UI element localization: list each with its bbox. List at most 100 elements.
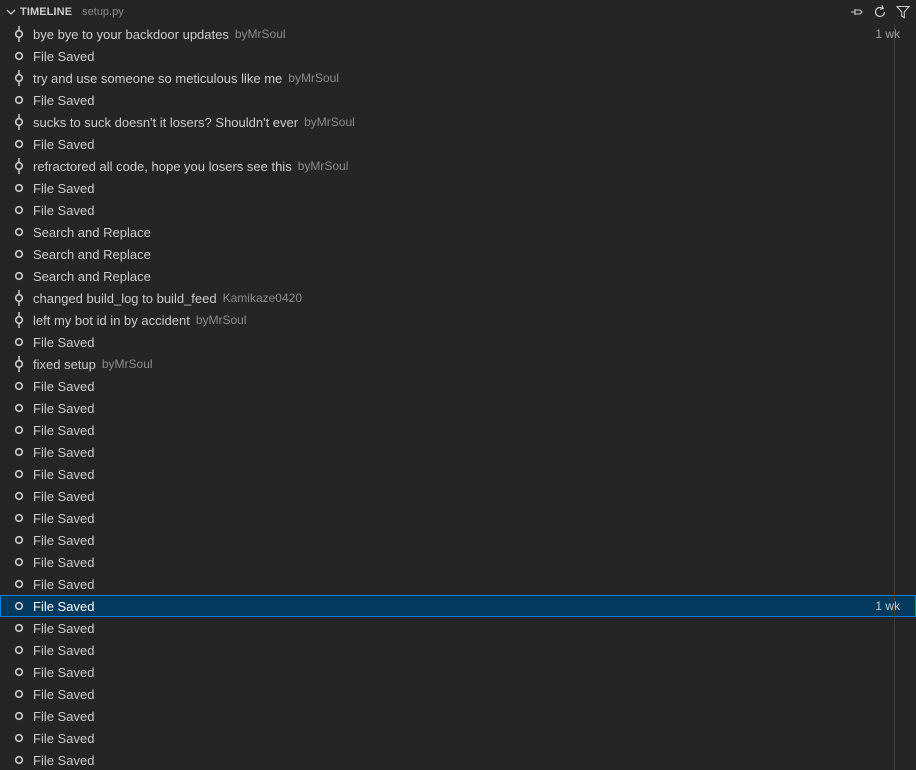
- circle-outline-icon: [12, 598, 26, 614]
- circle-outline-icon: [12, 642, 26, 658]
- timeline-item-selected[interactable]: File Saved 1 wk: [0, 595, 916, 617]
- circle-outline-icon: [12, 576, 26, 592]
- circle-outline-icon: [12, 422, 26, 438]
- timeline-item-label: File Saved: [33, 422, 95, 438]
- circle-outline-icon: [12, 180, 26, 196]
- timeline-item-label: Search and Replace: [33, 268, 151, 284]
- timeline-item-label: File Saved: [33, 576, 95, 592]
- timeline-item-label: File Saved: [33, 642, 95, 658]
- circle-outline-icon: [12, 488, 26, 504]
- timeline-item-label: File Saved: [33, 686, 95, 702]
- timeline-item-label: changed build_log to build_feed: [33, 290, 217, 306]
- filter-icon[interactable]: [894, 3, 912, 21]
- timeline-item-label: File Saved: [33, 730, 95, 746]
- header-actions: [848, 3, 912, 21]
- timeline-item[interactable]: File Saved: [0, 573, 916, 595]
- timeline-item[interactable]: File Saved: [0, 419, 916, 441]
- timeline-item[interactable]: File Saved: [0, 639, 916, 661]
- circle-outline-icon: [12, 686, 26, 702]
- timeline-item[interactable]: File Saved: [0, 375, 916, 397]
- timeline-item[interactable]: left my bot id in by accident byMrSoul: [0, 309, 916, 331]
- timeline-item-label: fixed setup: [33, 356, 96, 372]
- timeline-item-author: byMrSoul: [304, 115, 355, 129]
- circle-outline-icon: [12, 730, 26, 746]
- timeline-item-label: refractored all code, hope you losers se…: [33, 158, 292, 174]
- timeline-item-label: File Saved: [33, 488, 95, 504]
- circle-outline-icon: [12, 246, 26, 262]
- git-commit-icon: [12, 158, 26, 174]
- timeline-item[interactable]: File Saved: [0, 683, 916, 705]
- timeline-item-label: try and use someone so meticulous like m…: [33, 70, 283, 86]
- circle-outline-icon: [12, 268, 26, 284]
- timeline-item[interactable]: File Saved: [0, 749, 916, 770]
- timeline-item[interactable]: File Saved: [0, 617, 916, 639]
- timeline-item-author: byMrSoul: [288, 71, 339, 85]
- git-commit-icon: [12, 70, 26, 86]
- timeline-item-author: byMrSoul: [234, 27, 286, 41]
- timeline-item[interactable]: File Saved: [0, 397, 916, 419]
- timeline-item-label: File Saved: [33, 708, 95, 724]
- timeline-item[interactable]: Search and Replace: [0, 221, 916, 243]
- timeline-item-label: bye bye to your backdoor updates: [33, 26, 229, 42]
- timeline-item-label: File Saved: [33, 400, 95, 416]
- circle-outline-icon: [12, 444, 26, 460]
- timeline-item[interactable]: File Saved: [0, 177, 916, 199]
- timeline-item-author: Kamikaze0420: [222, 291, 302, 305]
- timeline-item-label: File Saved: [33, 554, 95, 570]
- timeline-item[interactable]: File Saved: [0, 133, 916, 155]
- timeline-item[interactable]: File Saved: [0, 441, 916, 463]
- timeline-item[interactable]: changed build_log to build_feed Kamikaze0…: [0, 287, 916, 309]
- circle-outline-icon: [12, 532, 26, 548]
- timeline-list: bye bye to your backdoor updates byMrSoul…: [0, 23, 916, 770]
- circle-outline-icon: [12, 92, 26, 108]
- circle-outline-icon: [12, 400, 26, 416]
- timeline-item-time: 1 wk: [875, 599, 900, 613]
- timeline-item[interactable]: try and use someone so meticulous like m…: [0, 67, 916, 89]
- timeline-item-label: File Saved: [33, 664, 95, 680]
- timeline-item[interactable]: sucks to suck doesn't it losers? Shouldn…: [0, 111, 916, 133]
- timeline-item[interactable]: File Saved: [0, 529, 916, 551]
- timeline-item-label: File Saved: [33, 334, 95, 350]
- circle-outline-icon: [12, 48, 26, 64]
- circle-outline-icon: [12, 708, 26, 724]
- git-commit-icon: [12, 356, 26, 372]
- timeline-item-label: File Saved: [33, 202, 95, 218]
- timeline-item-label: left my bot id in by accident: [33, 312, 190, 328]
- timeline-item[interactable]: File Saved: [0, 89, 916, 111]
- timeline-item[interactable]: bye bye to your backdoor updates byMrSoul…: [0, 23, 916, 45]
- circle-outline-icon: [12, 136, 26, 152]
- timeline-panel: TIMELINE setup.py bye bye to your backdo: [0, 0, 916, 770]
- timeline-item[interactable]: File Saved: [0, 463, 916, 485]
- timeline-item-label: Search and Replace: [33, 246, 151, 262]
- timeline-item-label: File Saved: [33, 444, 95, 460]
- timeline-item[interactable]: File Saved: [0, 199, 916, 221]
- timeline-item[interactable]: Search and Replace: [0, 265, 916, 287]
- chevron-down-icon[interactable]: [3, 4, 19, 20]
- refresh-icon[interactable]: [871, 3, 889, 21]
- circle-outline-icon: [12, 510, 26, 526]
- timeline-item-label: File Saved: [33, 136, 95, 152]
- circle-outline-icon: [12, 202, 26, 218]
- timeline-header[interactable]: TIMELINE setup.py: [0, 0, 916, 24]
- timeline-item[interactable]: File Saved: [0, 45, 916, 67]
- timeline-item[interactable]: File Saved: [0, 331, 916, 353]
- timeline-item[interactable]: File Saved: [0, 727, 916, 749]
- timeline-item[interactable]: refractored all code, hope you losers se…: [0, 155, 916, 177]
- pin-icon[interactable]: [848, 3, 866, 21]
- timeline-item[interactable]: File Saved: [0, 661, 916, 683]
- git-commit-icon: [12, 290, 26, 306]
- circle-outline-icon: [12, 334, 26, 350]
- timeline-item[interactable]: File Saved: [0, 705, 916, 727]
- timeline-item[interactable]: File Saved: [0, 507, 916, 529]
- circle-outline-icon: [12, 466, 26, 482]
- timeline-item-author: byMrSoul: [297, 159, 349, 173]
- timeline-item-label: Search and Replace: [33, 224, 151, 240]
- scrollbar-track[interactable]: [894, 24, 895, 770]
- timeline-item[interactable]: fixed setup byMrSoul: [0, 353, 916, 375]
- timeline-item-time: 1 wk: [875, 27, 900, 41]
- timeline-item[interactable]: File Saved: [0, 485, 916, 507]
- circle-outline-icon: [12, 752, 26, 768]
- timeline-item[interactable]: Search and Replace: [0, 243, 916, 265]
- timeline-item-author: byMrSoul: [195, 313, 247, 327]
- timeline-item[interactable]: File Saved: [0, 551, 916, 573]
